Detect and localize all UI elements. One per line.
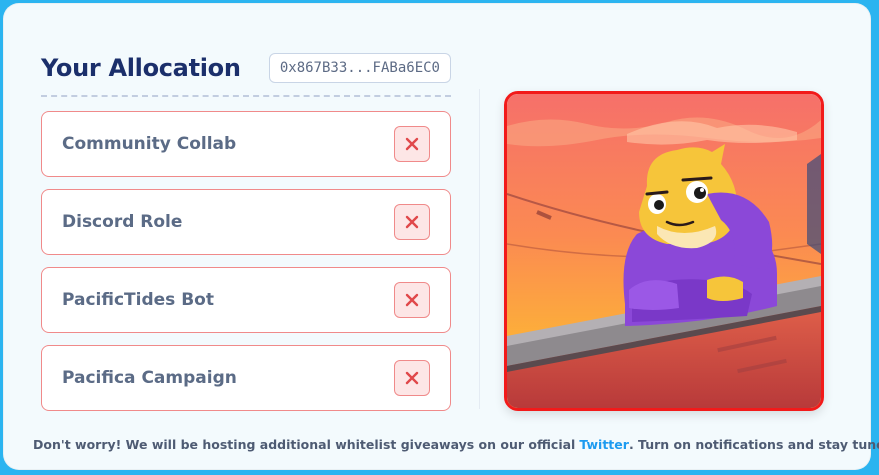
page-title: Your Allocation [41, 54, 241, 82]
wallet-address[interactable]: 0x867B33...FABa6EC0 [268, 53, 451, 83]
footer-note: Don't worry! We will be hosting addition… [33, 436, 879, 452]
item-label: Pacifica Campaign [62, 368, 237, 388]
footer-text-after: . Turn on notifications and stay tuned. [628, 436, 879, 452]
allocation-header: Your Allocation 0x867B33...FABa6EC0 [41, 47, 451, 89]
footer-text: Don't worry! We will be hosting addition… [33, 436, 576, 452]
item-label: Community Collab [62, 134, 237, 154]
list-item: PacificTides Bot [41, 267, 451, 333]
list-item: Community Collab [41, 111, 451, 177]
shark-illustration [507, 94, 821, 408]
twitter-link[interactable]: Twitter [579, 437, 629, 452]
close-icon [394, 204, 430, 240]
close-icon [394, 360, 430, 396]
item-label: Discord Role [62, 212, 183, 232]
list-item: Pacifica Campaign [41, 345, 451, 411]
item-label: PacificTides Bot [62, 290, 214, 310]
allocation-panel: Your Allocation 0x867B33...FABa6EC0 Comm… [3, 3, 879, 470]
dashed-divider [41, 95, 451, 97]
list-item: Discord Role [41, 189, 451, 255]
close-icon [394, 126, 430, 162]
allocation-section: Your Allocation 0x867B33...FABa6EC0 Comm… [41, 47, 451, 423]
vertical-divider [479, 89, 480, 409]
nft-artwork [504, 91, 824, 411]
close-icon [394, 282, 430, 318]
allocation-list: Community Collab Discord Role PacificTid… [41, 111, 451, 411]
